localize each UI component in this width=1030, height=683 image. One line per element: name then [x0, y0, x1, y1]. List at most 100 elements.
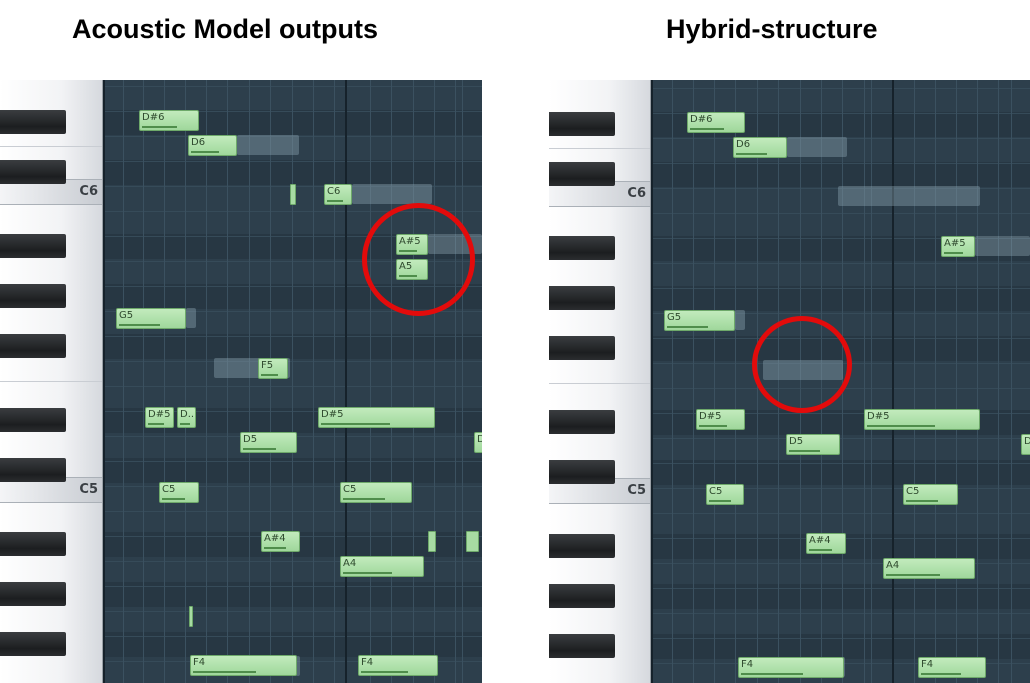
- right-panel-title: Hybrid-structure: [666, 14, 878, 44]
- midi-note[interactable]: C5: [903, 484, 958, 505]
- right-piano-keyboard: C6 C5: [549, 80, 651, 683]
- note-label: F4: [741, 659, 754, 670]
- key-divider: [549, 383, 650, 384]
- note-label: D6: [736, 139, 751, 150]
- midi-note[interactable]: D: [474, 432, 482, 453]
- black-key[interactable]: [549, 286, 615, 310]
- ghost-note: [352, 184, 432, 204]
- midi-note[interactable]: D: [1021, 434, 1030, 455]
- black-key[interactable]: [549, 112, 615, 136]
- note-label: D#5: [148, 409, 171, 420]
- black-key[interactable]: [0, 234, 66, 258]
- black-key[interactable]: [549, 236, 615, 260]
- key-c6-label: C6: [79, 184, 98, 199]
- midi-note[interactable]: D6: [733, 137, 787, 158]
- note-label: D6: [191, 137, 206, 148]
- ghost-note: [975, 236, 1030, 256]
- note-label: D#6: [142, 112, 165, 123]
- midi-note[interactable]: C5: [159, 482, 199, 503]
- black-key[interactable]: [0, 110, 66, 134]
- note-label: C6: [327, 186, 341, 197]
- black-key[interactable]: [549, 162, 615, 186]
- black-key[interactable]: [549, 410, 615, 434]
- note-label: F5: [261, 360, 274, 371]
- black-key[interactable]: [0, 284, 66, 308]
- note-label: D#5: [867, 411, 890, 422]
- midi-note[interactable]: D...: [177, 407, 196, 428]
- note-label: A4: [343, 558, 357, 569]
- left-panel-title: Acoustic Model outputs: [72, 14, 378, 44]
- midi-note[interactable]: D5: [786, 434, 840, 455]
- note-label: F4: [361, 657, 374, 668]
- note-label: C5: [343, 484, 357, 495]
- midi-note[interactable]: D#5: [696, 409, 745, 430]
- ghost-note: [735, 310, 745, 330]
- midi-note[interactable]: A4: [340, 556, 424, 577]
- note-label: C5: [709, 486, 723, 497]
- midi-note[interactable]: F5: [258, 358, 288, 379]
- midi-note-fragment[interactable]: [466, 531, 479, 552]
- black-key[interactable]: [549, 534, 615, 558]
- ghost-note: [787, 137, 847, 157]
- key-divider: [0, 381, 102, 382]
- black-key[interactable]: [0, 458, 66, 482]
- midi-note[interactable]: F4: [358, 655, 438, 676]
- key-c5-label: C5: [627, 483, 646, 498]
- midi-note[interactable]: D#5: [145, 407, 174, 428]
- midi-note-fragment[interactable]: [428, 531, 436, 552]
- black-key[interactable]: [0, 408, 66, 432]
- black-key[interactable]: [0, 582, 66, 606]
- midi-note[interactable]: D5: [240, 432, 297, 453]
- key-c5-label: C5: [79, 482, 98, 497]
- midi-note[interactable]: F4: [738, 657, 844, 678]
- midi-note[interactable]: D#5: [864, 409, 980, 430]
- midi-note[interactable]: D6: [188, 135, 237, 156]
- midi-note[interactable]: A#4: [261, 531, 300, 552]
- midi-note-fragment[interactable]: [189, 606, 193, 627]
- highlight-circle-left: [362, 203, 475, 316]
- black-key[interactable]: [0, 160, 66, 184]
- black-key[interactable]: [0, 334, 66, 358]
- note-label: D...: [180, 409, 196, 420]
- note-label: G5: [119, 310, 134, 321]
- note-label: D#6: [690, 114, 713, 125]
- left-note-grid[interactable]: [103, 80, 482, 683]
- note-label: A#4: [264, 533, 286, 544]
- note-label: D: [1024, 436, 1030, 447]
- black-key[interactable]: [549, 634, 615, 658]
- midi-note[interactable]: D#5: [318, 407, 435, 428]
- note-label: F4: [921, 659, 934, 670]
- black-key[interactable]: [549, 336, 615, 360]
- key-divider: [0, 146, 102, 147]
- note-label: F4: [193, 657, 206, 668]
- black-key[interactable]: [0, 632, 66, 656]
- midi-note[interactable]: F4: [918, 657, 986, 678]
- note-label: D#5: [699, 411, 722, 422]
- note-label: C5: [906, 486, 920, 497]
- midi-note[interactable]: F4: [190, 655, 297, 676]
- midi-note[interactable]: D#6: [139, 110, 199, 131]
- note-label: A#4: [809, 535, 831, 546]
- midi-note[interactable]: C5: [706, 484, 744, 505]
- highlight-circle-right: [752, 316, 852, 413]
- note-label: G5: [667, 312, 682, 323]
- midi-note[interactable]: C5: [340, 482, 412, 503]
- midi-note[interactable]: A4: [883, 558, 975, 579]
- midi-note[interactable]: G5: [664, 310, 735, 331]
- note-label: D5: [243, 434, 258, 445]
- midi-note-fragment[interactable]: [290, 184, 296, 205]
- black-key[interactable]: [0, 532, 66, 556]
- midi-note[interactable]: A#4: [806, 533, 846, 554]
- black-key[interactable]: [549, 460, 615, 484]
- note-label: D5: [789, 436, 804, 447]
- midi-note[interactable]: G5: [116, 308, 186, 329]
- note-label: D#5: [321, 409, 344, 420]
- left-piano-roll: C6 C5 D#6 D6 C6 A#5 A5 G5 F5 D#5 D... D#…: [0, 80, 482, 683]
- note-label: D: [477, 434, 482, 445]
- midi-note[interactable]: D#6: [687, 112, 745, 133]
- note-label: C5: [162, 484, 176, 495]
- midi-note[interactable]: C6: [324, 184, 352, 205]
- midi-note[interactable]: A#5: [941, 236, 975, 257]
- ghost-note: [237, 135, 299, 155]
- black-key[interactable]: [549, 584, 615, 608]
